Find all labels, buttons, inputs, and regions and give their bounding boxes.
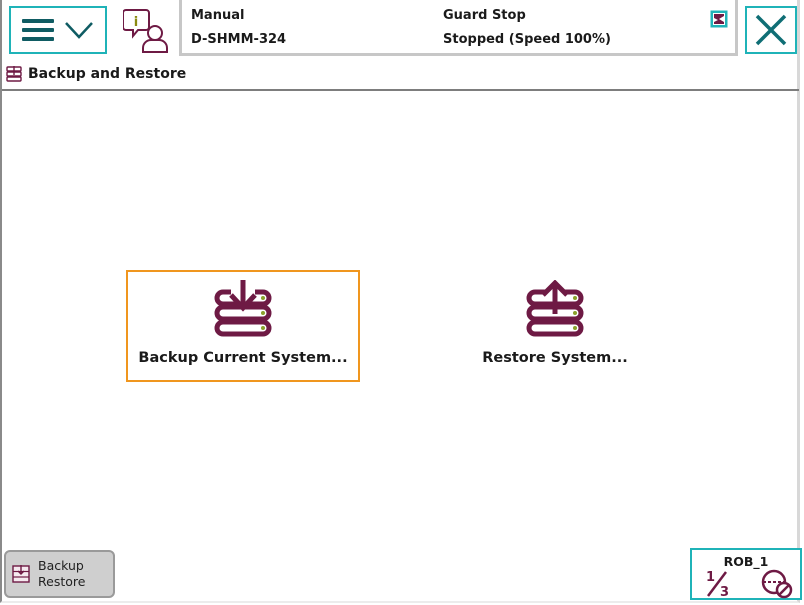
increment-icon: 1 3 bbox=[706, 570, 729, 598]
status-bar[interactable]: Manual D-SHMM-324 Guard Stop Stopped (Sp… bbox=[179, 0, 738, 56]
taskbar-label-line2: Restore bbox=[38, 574, 86, 589]
backup-current-system-button[interactable]: Backup Current System... bbox=[126, 270, 360, 382]
svg-text:1: 1 bbox=[706, 570, 715, 585]
taskbar-item-backup-restore[interactable]: Backup Restore bbox=[4, 550, 115, 598]
svg-text:3: 3 bbox=[720, 585, 729, 598]
backup-current-system-label: Backup Current System... bbox=[138, 350, 348, 366]
backup-restore-icon bbox=[6, 66, 22, 82]
taskbar-item-label: Backup Restore bbox=[38, 558, 85, 590]
chevron-down-icon bbox=[65, 22, 93, 39]
event-log-user-icon[interactable]: i bbox=[123, 6, 171, 54]
svg-text:i: i bbox=[134, 15, 138, 30]
hamburger-icon bbox=[22, 19, 54, 41]
page-title-bar: Backup and Restore bbox=[6, 63, 186, 85]
restore-server-upload-icon bbox=[526, 280, 584, 337]
taskbar-label-line1: Backup bbox=[38, 558, 84, 573]
quickset-button[interactable]: ROB_1 1 3 bbox=[690, 548, 802, 600]
title-divider bbox=[2, 89, 799, 91]
page-title: Backup and Restore bbox=[28, 66, 187, 82]
jog-disabled-icon bbox=[761, 569, 793, 599]
controller-name: D-SHMM-324 bbox=[191, 32, 287, 47]
motors-status-icon bbox=[710, 10, 728, 28]
main-menu-button[interactable] bbox=[9, 6, 107, 54]
backup-server-download-icon bbox=[214, 280, 272, 337]
operating-mode: Manual bbox=[191, 8, 245, 23]
close-icon bbox=[755, 14, 787, 46]
controller-state: Guard Stop bbox=[443, 8, 526, 23]
restore-system-label: Restore System... bbox=[482, 350, 628, 366]
program-state: Stopped (Speed 100%) bbox=[443, 32, 611, 47]
close-button[interactable] bbox=[745, 6, 797, 54]
restore-system-button[interactable]: Restore System... bbox=[438, 270, 672, 382]
backup-restore-icon bbox=[12, 565, 30, 583]
